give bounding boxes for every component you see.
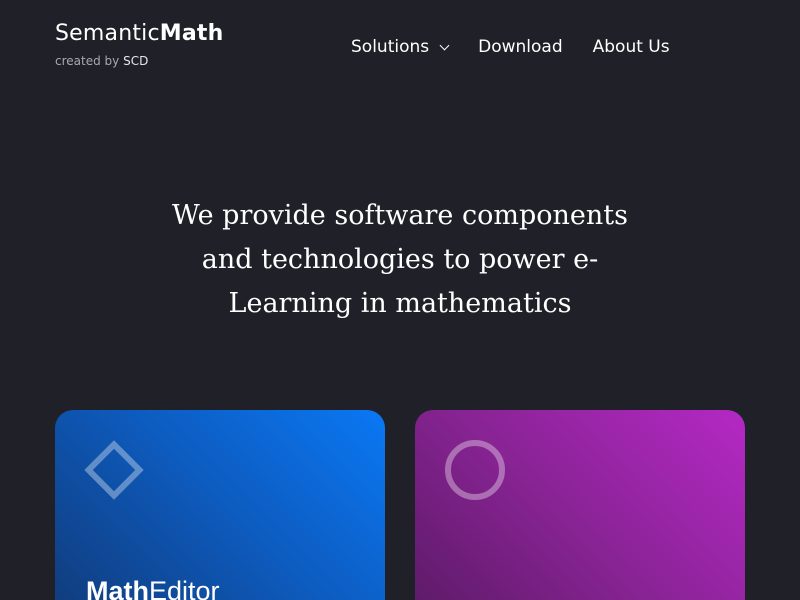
main-nav: Solutions Download About Us <box>351 36 670 58</box>
logo-title-bold: Math <box>159 21 224 46</box>
logo-sub-name: SCD <box>123 54 149 68</box>
logo[interactable]: SemanticMath created by SCD <box>55 20 224 69</box>
nav-item-solutions-label: Solutions <box>351 37 430 57</box>
circle-icon <box>445 440 505 500</box>
nav-item-about-us-label: About Us <box>592 37 670 57</box>
nav-item-download-label: Download <box>478 37 563 57</box>
card-title-light: Editor <box>149 576 220 600</box>
card-title-bold: Math <box>86 576 149 600</box>
math-editor-card[interactable] <box>55 410 385 600</box>
logo-subtitle: created by SCD <box>55 53 224 69</box>
logo-title-light: Semantic <box>55 21 160 46</box>
hero-headline: We provide software components and techn… <box>172 200 628 319</box>
logo-sub-prefix: created by <box>55 54 120 68</box>
nav-item-download[interactable]: Download <box>478 36 563 58</box>
math-editor-card-title: MathEditor <box>86 574 220 600</box>
logo-title: SemanticMath <box>55 20 224 48</box>
nav-item-solutions[interactable]: Solutions <box>351 36 450 58</box>
chevron-down-icon <box>439 40 450 50</box>
nav-item-about-us[interactable]: About Us <box>593 36 670 58</box>
product-card-purple[interactable] <box>415 410 745 600</box>
